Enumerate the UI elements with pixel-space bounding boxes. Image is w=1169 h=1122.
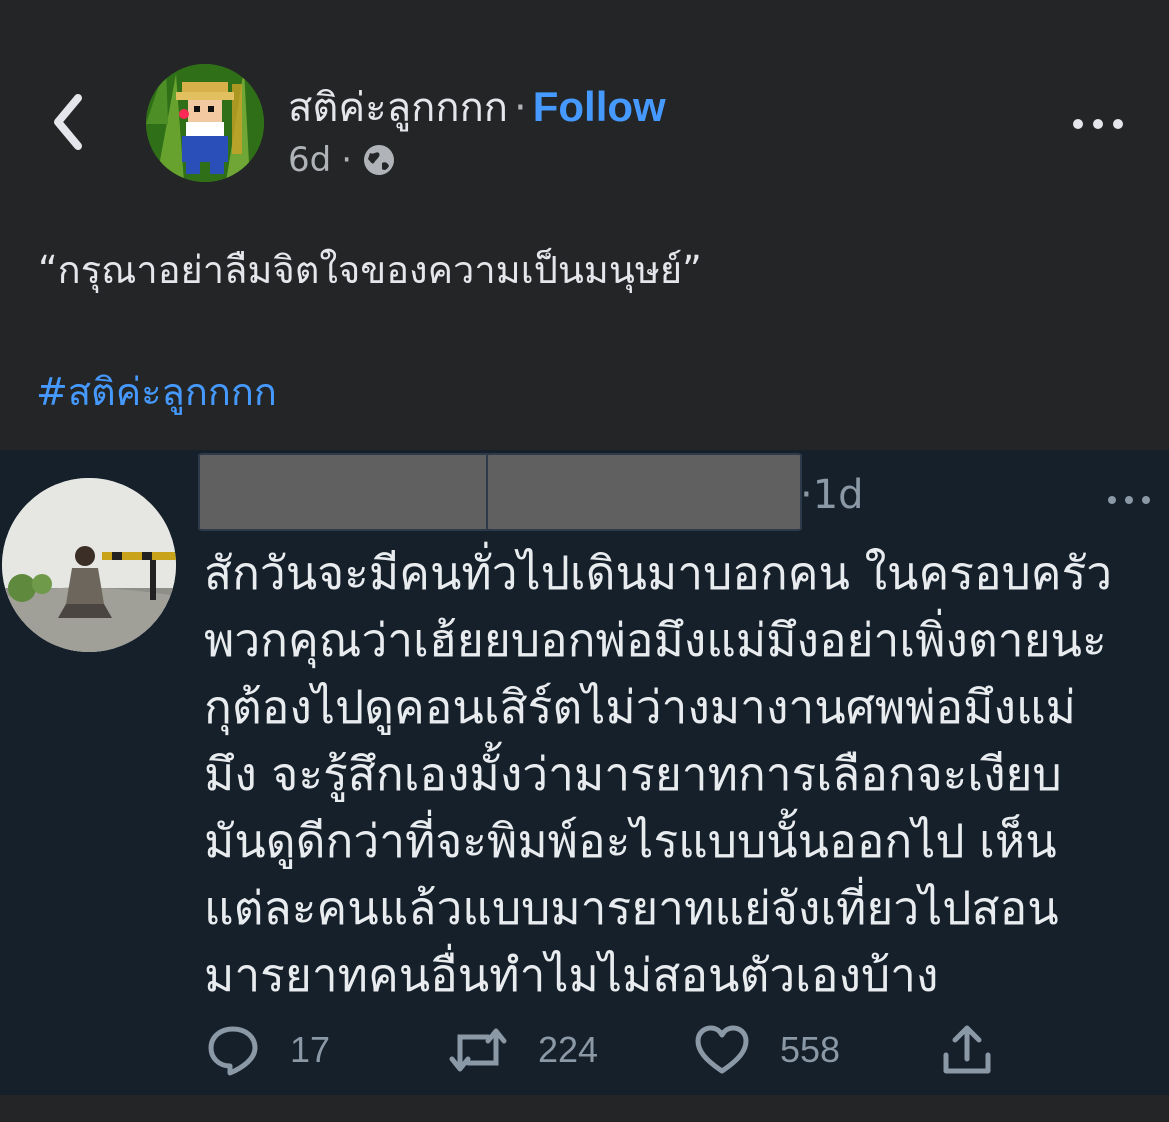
- redacted-handle: [486, 453, 802, 531]
- post-header: สติค่ะลูกกกก · Follow 6d ·: [0, 0, 1169, 210]
- reply-button[interactable]: 17: [206, 1020, 330, 1080]
- separator-dot: ·: [514, 85, 527, 131]
- page-name[interactable]: สติค่ะลูกกกก: [288, 85, 508, 131]
- follow-button[interactable]: Follow: [533, 83, 666, 130]
- more-options-button[interactable]: [1068, 104, 1128, 144]
- tweet-line: กุต้องไปดูคอนเสิร์ตไม่ว่างมางานศพพ่อมึงแ…: [204, 680, 1076, 734]
- post-time[interactable]: 6d: [288, 140, 331, 180]
- globe-icon: [364, 145, 395, 175]
- retweet-icon: [449, 1028, 507, 1072]
- chevron-left-icon: [54, 94, 82, 150]
- heart-icon: [695, 1025, 749, 1074]
- tweet-screenshot: ·1d สักวันจะมีคนทั่วไปเดินมาบอกคน ในครอบ…: [0, 450, 1169, 1095]
- back-button[interactable]: [48, 92, 92, 152]
- tweet-more-button[interactable]: [1104, 490, 1154, 510]
- reply-count: 17: [290, 1029, 331, 1070]
- tweet-line: มันดูดีกว่าที่จะพิมพ์อะไรแบบนั้นออกไป เห…: [204, 814, 1057, 868]
- meta-separator: ·: [341, 140, 353, 180]
- more-horizontal-icon: [1073, 119, 1123, 129]
- tweet-line: แต่ละคนแล้วแบบมารยาทแย่จังเที่ยวไปสอน: [204, 881, 1059, 935]
- tweet-text: สักวันจะมีคนทั่วไปเดินมาบอกคน ในครอบครัว…: [204, 540, 1164, 1009]
- tweet-line: มารยาทคนอื่นทำไมไม่สอนตัวเองบ้าง: [204, 948, 939, 1002]
- tweet-avatar: [2, 478, 176, 652]
- redacted-name: [198, 453, 490, 531]
- bottom-divider: [0, 1095, 1169, 1122]
- reply-icon: [208, 1026, 258, 1076]
- tweet-line: มึง จะรู้สึกเองมั้งว่ามารยาทการเลือกจะเง…: [204, 747, 1062, 801]
- tweet-line: พวกคุณว่าเฮ้ยยบอกพ่อมึงแม่มึงอย่าเพิ่งตา…: [204, 613, 1107, 667]
- like-count: 558: [780, 1029, 841, 1070]
- page-name-row: สติค่ะลูกกกก · Follow: [288, 80, 666, 135]
- post-meta: 6d ·: [288, 140, 396, 180]
- retweet-count: 224: [538, 1029, 599, 1070]
- tweet-time[interactable]: ·1d: [800, 472, 864, 518]
- hashtag-link[interactable]: #สติค่ะลูกกกก: [36, 362, 277, 422]
- share-icon: [943, 1025, 991, 1074]
- post-quote-text: “กรุณาอย่าลืมจิตใจของความเป็นมนุษย์”: [38, 248, 702, 292]
- tweet-actions: 17 224 558: [0, 1020, 1169, 1080]
- more-horizontal-icon: [1108, 496, 1150, 504]
- share-button[interactable]: [940, 1020, 994, 1080]
- like-button[interactable]: 558: [694, 1020, 840, 1080]
- page-avatar[interactable]: [146, 64, 264, 182]
- tweet-line: สักวันจะมีคนทั่วไปเดินมาบอกคน ในครอบครัว: [204, 546, 1113, 600]
- retweet-button[interactable]: 224: [448, 1020, 598, 1080]
